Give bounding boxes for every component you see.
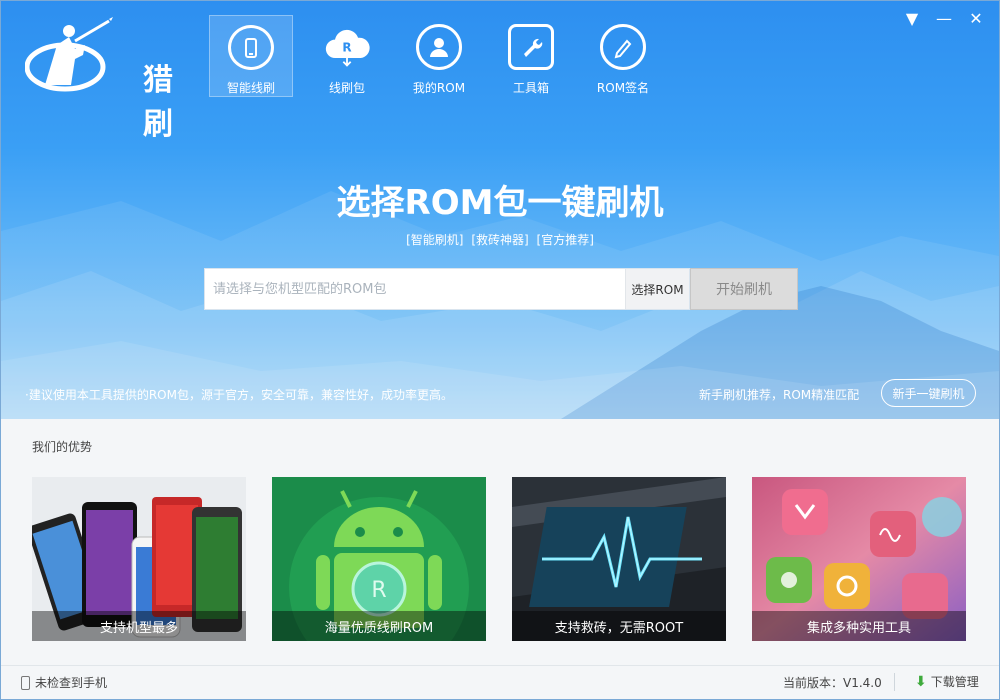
nav-label: 智能线刷: [226, 81, 275, 95]
phone-refresh-icon: [228, 25, 274, 70]
newbie-flash-button[interactable]: 新手一键刷机: [881, 379, 976, 407]
window-controls: ▼ — ✕: [903, 9, 985, 28]
download-icon: ⬇: [915, 673, 927, 690]
rom-search-box: 选择ROM: [204, 268, 690, 310]
minimize-icon[interactable]: —: [935, 9, 953, 28]
nav-label: 我的ROM: [412, 81, 466, 95]
status-bar: 未检查到手机 当前版本：V1.4.0 ⬇ 下载管理: [1, 665, 999, 699]
pen-icon: [600, 24, 646, 70]
hero-banner: 猎刷 智能线刷 R 线刷包 我的ROM 工具箱 ROM签名 ▼ — ✕ 选择RO…: [1, 1, 999, 419]
phone-status-text: 未检查到手机: [35, 676, 108, 690]
download-manager-link[interactable]: ⬇ 下载管理: [915, 673, 979, 690]
advantages-title: 我们的优势: [32, 440, 93, 454]
card-rom-library[interactable]: R 海量优质线刷ROM: [272, 477, 486, 641]
card-caption: 海量优质线刷ROM: [272, 611, 486, 641]
tag-smart-flash: [智能刷机]: [406, 233, 464, 247]
card-unbrick[interactable]: 支持救砖，无需ROOT: [512, 477, 726, 641]
nav-item-smart-flash[interactable]: 智能线刷: [209, 15, 293, 97]
card-tools[interactable]: 集成多种实用工具: [752, 477, 966, 641]
phone-icon: [21, 675, 30, 690]
nav-item-toolbox[interactable]: 工具箱: [485, 15, 577, 97]
tag-unbrick: [救砖神器]: [471, 233, 529, 247]
menu-dropdown-icon[interactable]: ▼: [903, 9, 921, 28]
advantages-cards: 支持机型最多 R 海量优质线刷ROM 支持救砖，无需ROOT 集成多种实用工具: [32, 477, 966, 641]
status-divider: [894, 673, 895, 691]
download-manager-label: 下载管理: [930, 675, 979, 689]
user-icon: [416, 24, 462, 70]
hunter-logo-icon: [24, 17, 113, 92]
select-rom-button[interactable]: 选择ROM: [625, 269, 689, 309]
svg-text:R: R: [371, 578, 386, 603]
cloud-download-icon: R: [324, 24, 370, 70]
card-most-models[interactable]: 支持机型最多: [32, 477, 246, 641]
svg-text:R: R: [342, 41, 351, 55]
nav-item-my-rom[interactable]: 我的ROM: [393, 15, 485, 97]
recommend-note: ·建议使用本工具提供的ROM包，源于官方，安全可靠，兼容性好，成功率更高。: [25, 388, 453, 402]
nav-label: ROM签名: [596, 81, 650, 95]
start-flash-button[interactable]: 开始刷机: [690, 268, 798, 310]
app-window: 猎刷 智能线刷 R 线刷包 我的ROM 工具箱 ROM签名 ▼ — ✕ 选择RO…: [0, 0, 1000, 700]
app-name: 猎刷: [143, 63, 175, 142]
wrench-icon: [508, 24, 554, 70]
nav-label: 线刷包: [328, 81, 365, 95]
hero-title: 选择ROM包一键刷机: [336, 183, 664, 223]
nav-item-flash-package[interactable]: R 线刷包: [301, 15, 393, 97]
tag-official: [官方推荐]: [536, 233, 594, 247]
rom-path-input[interactable]: [205, 269, 625, 309]
version-label: 当前版本：V1.4.0: [783, 676, 882, 690]
nav-label: 工具箱: [512, 81, 549, 95]
hero-tags: [智能刷机] [救砖神器] [官方推荐]: [1, 231, 999, 248]
close-icon[interactable]: ✕: [967, 9, 985, 28]
main-nav: 智能线刷 R 线刷包 我的ROM 工具箱 ROM签名: [209, 15, 669, 97]
card-caption: 集成多种实用工具: [752, 611, 966, 641]
app-logo: 猎刷: [24, 15, 205, 142]
phone-connection-status: 未检查到手机: [21, 674, 107, 691]
newbie-recommend-text: 新手刷机推荐，ROM精准匹配: [699, 388, 860, 402]
card-caption: 支持救砖，无需ROOT: [512, 611, 726, 641]
nav-item-rom-sign[interactable]: ROM签名: [577, 15, 669, 97]
card-caption: 支持机型最多: [32, 611, 246, 641]
